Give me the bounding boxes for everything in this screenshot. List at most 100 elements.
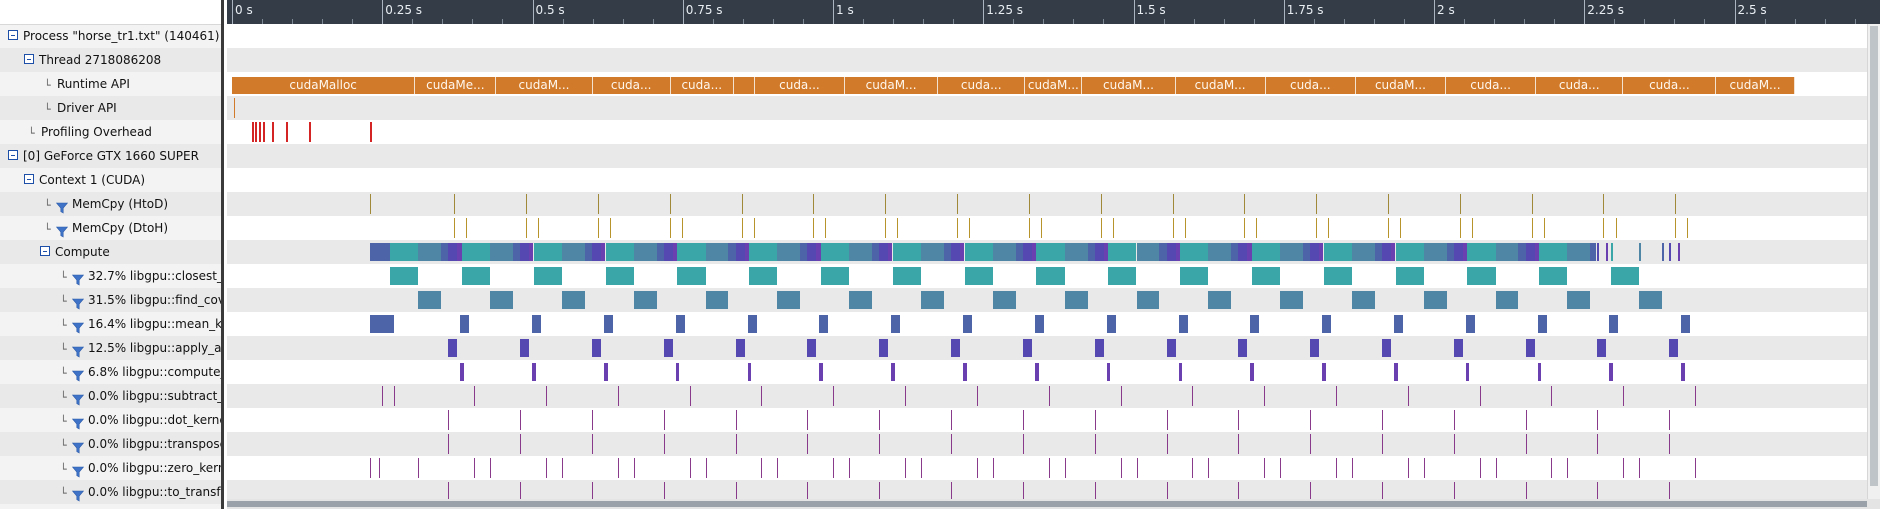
timeline-event-mark[interactable] <box>286 122 289 142</box>
timeline-event-mark[interactable] <box>474 386 476 406</box>
kernel-bar-closest[interactable] <box>892 267 922 285</box>
kernel-bar-closest[interactable] <box>1108 267 1137 285</box>
kernel-bar-compute[interactable] <box>891 363 895 381</box>
kernel-bar-mean[interactable] <box>747 315 757 333</box>
kernel-bar-compute[interactable] <box>1106 363 1111 381</box>
tree-row[interactable]: └ Runtime API <box>0 72 221 96</box>
compute-aggregate-bar[interactable] <box>1238 243 1248 261</box>
timeline-event-mark[interactable] <box>418 458 420 478</box>
filter-icon[interactable] <box>71 270 85 286</box>
collapse-toggle-icon[interactable] <box>8 150 18 160</box>
kernel-bar-compute[interactable] <box>1681 363 1685 381</box>
timeline-event-mark[interactable] <box>1453 434 1455 454</box>
timeline-event-mark[interactable] <box>466 218 468 238</box>
compute-aggregate-bar[interactable] <box>820 243 850 261</box>
tree-row[interactable]: └ Driver API <box>0 96 221 120</box>
compute-aggregate-bar[interactable] <box>800 243 808 261</box>
compute-aggregate-bar[interactable] <box>943 243 952 261</box>
timeline-event-mark[interactable] <box>1316 218 1318 238</box>
kernel-bar-mean[interactable] <box>460 315 470 333</box>
timeline-event-mark[interactable] <box>1382 434 1383 454</box>
compute-aggregate-bar[interactable] <box>561 243 585 261</box>
timeline-event-mark[interactable] <box>689 386 691 406</box>
timeline-event-mark[interactable] <box>1471 218 1473 238</box>
timeline-event-mark[interactable] <box>1208 458 1210 478</box>
timeline-event-mark[interactable] <box>1400 218 1402 238</box>
runtime-api-call[interactable]: cuda... <box>754 77 845 94</box>
kernel-bar-find-cov[interactable] <box>992 291 1016 309</box>
filter-icon[interactable] <box>71 390 85 406</box>
tree-row[interactable]: └ 0.0% libgpu::to_transfo... <box>0 480 221 504</box>
timeline-event-mark[interactable] <box>951 434 953 454</box>
timeline-event-mark[interactable] <box>1525 410 1527 430</box>
timeline-event-mark[interactable] <box>879 434 881 454</box>
filter-icon[interactable] <box>71 462 85 478</box>
compute-aggregate-bar[interactable] <box>1606 243 1609 261</box>
kernel-bar-mean[interactable] <box>1034 315 1044 333</box>
kernel-bar-compute[interactable] <box>1394 363 1398 381</box>
kernel-bar-find-cov[interactable] <box>1208 291 1232 309</box>
timeline-event-mark[interactable] <box>370 122 373 142</box>
compute-aggregate-bar[interactable] <box>448 243 458 261</box>
timeline-event-mark[interactable] <box>561 458 563 478</box>
collapse-toggle-icon[interactable] <box>24 174 34 184</box>
compute-aggregate-bar[interactable] <box>992 243 1016 261</box>
timeline-event-mark[interactable] <box>1310 434 1312 454</box>
timeline-lane[interactable] <box>227 384 1880 408</box>
runtime-api-call[interactable]: cudaM... <box>496 77 593 94</box>
timeline-event-mark[interactable] <box>905 386 907 406</box>
timeline-event-mark[interactable] <box>1669 410 1671 430</box>
compute-aggregate-bar[interactable] <box>1467 243 1496 261</box>
timeline-event-mark[interactable] <box>735 434 737 454</box>
timeline-event-mark[interactable] <box>1040 218 1042 238</box>
compute-aggregate-bar[interactable] <box>1180 243 1209 261</box>
compute-aggregate-bar[interactable] <box>1423 243 1447 261</box>
compute-aggregate-bar[interactable] <box>1036 243 1065 261</box>
timeline-event-mark[interactable] <box>1048 386 1050 406</box>
tree-row[interactable]: └ 0.0% libgpu::transpose... <box>0 432 221 456</box>
timeline-event-mark[interactable] <box>1264 458 1266 478</box>
timeline-event-mark[interactable] <box>1459 194 1461 214</box>
timeline-event-mark[interactable] <box>308 122 311 142</box>
timeline-event-mark[interactable] <box>689 458 691 478</box>
compute-aggregate-bar[interactable] <box>490 243 513 261</box>
timeline-event-mark[interactable] <box>526 194 528 214</box>
timeline-event-mark[interactable] <box>879 410 881 430</box>
tree-row[interactable]: └ 6.8% libgpu::compute_... <box>0 360 221 384</box>
kernel-bar-apply[interactable] <box>448 339 458 357</box>
timeline-lane[interactable] <box>227 192 1880 216</box>
timeline-event-mark[interactable] <box>897 218 899 238</box>
timeline-event-mark[interactable] <box>454 194 456 214</box>
timeline-event-mark[interactable] <box>1172 218 1174 238</box>
timeline-event-mark[interactable] <box>526 218 528 238</box>
kernel-bar-mean[interactable] <box>1681 315 1691 333</box>
collapse-toggle-icon[interactable] <box>40 246 50 256</box>
timeline-lane[interactable] <box>227 408 1880 432</box>
timeline-event-mark[interactable] <box>1551 386 1553 406</box>
timeline-event-mark[interactable] <box>992 458 994 478</box>
timeline-event-mark[interactable] <box>1166 410 1168 430</box>
timeline-event-mark[interactable] <box>813 194 815 214</box>
compute-aggregate-bar[interactable] <box>1166 243 1176 261</box>
timeline-event-mark[interactable] <box>1423 458 1425 478</box>
compute-aggregate-bar[interactable] <box>1136 243 1160 261</box>
kernel-bar-apply[interactable] <box>591 339 601 357</box>
timeline-event-mark[interactable] <box>1048 458 1050 478</box>
kernel-bar-closest[interactable] <box>533 267 562 285</box>
timeline-event-mark[interactable] <box>454 218 456 238</box>
tree-row[interactable]: └ Profiling Overhead <box>0 120 221 144</box>
kernel-bar-closest[interactable] <box>390 267 419 285</box>
timeline-event-mark[interactable] <box>741 194 743 214</box>
timeline-event-mark[interactable] <box>538 218 540 238</box>
runtime-api-call[interactable]: cudaMalloc <box>232 77 416 94</box>
compute-aggregate-bar[interactable] <box>1087 243 1095 261</box>
timeline-lane[interactable]: cudaMalloc cudaMe... cudaM... cuda... cuda..… <box>227 72 1880 96</box>
compute-aggregate-bar[interactable] <box>921 243 944 261</box>
compute-aggregate-bar[interactable] <box>461 243 491 261</box>
compute-aggregate-bar[interactable] <box>1323 243 1352 261</box>
timeline-event-mark[interactable] <box>379 458 381 478</box>
timeline-event-mark[interactable] <box>669 218 671 238</box>
filter-icon[interactable] <box>71 342 85 358</box>
timeline-event-mark[interactable] <box>833 386 835 406</box>
kernel-bar-apply[interactable] <box>1238 339 1248 357</box>
